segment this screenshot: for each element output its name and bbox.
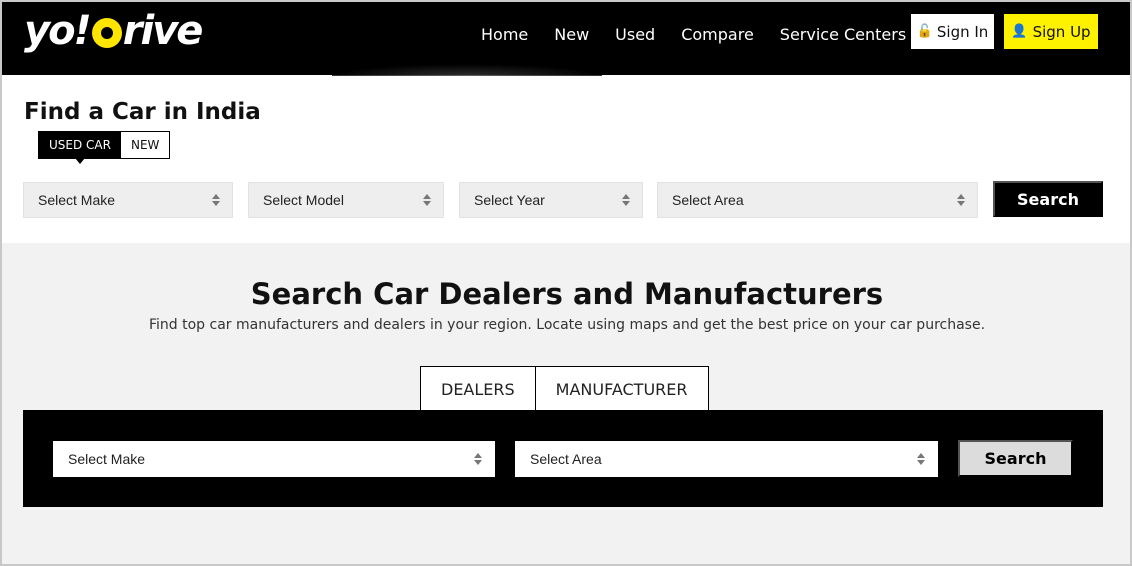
nav-new[interactable]: New: [541, 20, 602, 50]
select-make[interactable]: Select Make: [23, 182, 233, 218]
select-make-value: Select Make: [38, 192, 116, 208]
lock-icon: 🔓: [916, 24, 933, 39]
nav-compare[interactable]: Compare: [668, 20, 767, 50]
tab-manufacturer[interactable]: MANUFACTURER: [535, 366, 709, 411]
select-arrows-icon: [957, 192, 965, 208]
nav-service-centers[interactable]: Service Centers: [767, 20, 919, 50]
select-area-value: Select Area: [672, 192, 744, 208]
find-car-title: Find a Car in India: [24, 99, 261, 125]
dealer-select-area-value: Select Area: [530, 451, 602, 467]
page: yo! rive Home New Used Compare Service Ce…: [0, 0, 1132, 566]
dealer-select-make[interactable]: Select Make: [53, 441, 495, 477]
toggle-new[interactable]: NEW: [121, 132, 169, 158]
dealer-select-make-value: Select Make: [68, 451, 146, 467]
wheel-icon: [91, 18, 122, 48]
select-arrows-icon: [212, 192, 220, 208]
dealer-search-button[interactable]: Search: [958, 440, 1073, 477]
select-arrows-icon: [423, 192, 431, 208]
select-arrows-icon: [474, 451, 482, 467]
brand-logo[interactable]: yo! rive: [24, 6, 204, 56]
select-year[interactable]: Select Year: [459, 182, 643, 218]
find-car-search-button[interactable]: Search: [993, 181, 1103, 217]
sign-in-label: Sign In: [936, 22, 989, 41]
select-model[interactable]: Select Model: [248, 182, 444, 218]
nav-used[interactable]: Used: [602, 20, 668, 50]
dealers-tabs: DEALERS MANUFACTURER: [420, 366, 709, 411]
sign-up-button[interactable]: 👤 Sign Up: [1004, 14, 1098, 49]
sign-up-label: Sign Up: [1032, 22, 1091, 41]
nav-home[interactable]: Home: [468, 20, 541, 50]
top-nav-bar: yo! rive Home New Used Compare Service Ce…: [2, 2, 1130, 76]
add-user-icon: 👤: [1011, 24, 1028, 39]
select-year-value: Select Year: [474, 192, 545, 208]
sign-in-button[interactable]: 🔓 Sign In: [911, 14, 994, 49]
select-arrows-icon: [622, 192, 630, 208]
tab-dealers[interactable]: DEALERS: [420, 366, 536, 411]
toggle-used-car[interactable]: USED CAR: [39, 132, 121, 164]
dealers-title: Search Car Dealers and Manufacturers: [250, 277, 884, 311]
logo-text-right: rive: [122, 8, 204, 54]
header-swoosh-decoration: [332, 64, 602, 76]
main-nav: Home New Used Compare Service Centers: [468, 20, 919, 50]
car-type-toggle: USED CAR NEW: [38, 131, 171, 164]
select-area[interactable]: Select Area: [657, 182, 978, 218]
dealer-select-area[interactable]: Select Area: [515, 441, 938, 477]
logo-text-left: yo!: [24, 8, 92, 54]
select-model-value: Select Model: [263, 192, 344, 208]
dealers-subtitle: Find top car manufacturers and dealers i…: [148, 317, 986, 333]
select-arrows-icon: [917, 451, 925, 467]
